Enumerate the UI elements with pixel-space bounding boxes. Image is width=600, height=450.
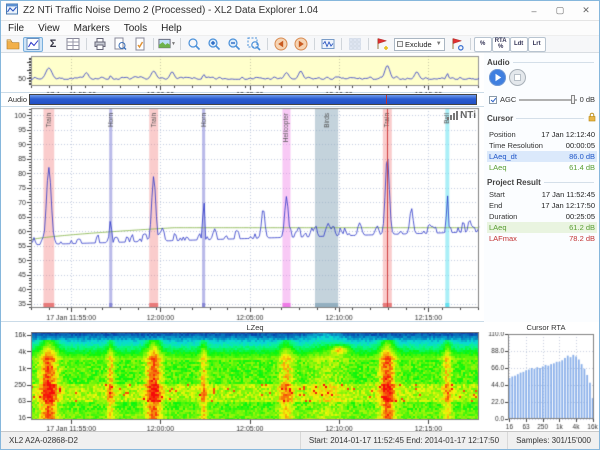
marker-add-button[interactable] [372,37,392,52]
project-row-lafmax: LAFmax78.2 dB [487,233,597,244]
audio-cursor[interactable] [386,95,387,104]
overview-waveform-panel [1,53,484,93]
audio-track-label: Audio [1,95,29,104]
menu-bar: FileViewMarkersToolsHelp [1,21,599,36]
project-row-end: End17 Jan 12:17:50 [487,200,597,211]
toolbar: Σ ▼ Exclude▼%RTA %LdtLrt [1,36,599,53]
grid-view-button[interactable] [345,37,365,52]
cursor-row-position: Position17 Jan 12:12:40 [487,129,597,140]
menu-item-markers[interactable]: Markers [67,23,117,34]
table-view-button[interactable] [63,37,83,52]
cursor-rta-panel: Cursor RTA [484,322,600,433]
stop-button[interactable] [509,69,526,91]
menu-item-file[interactable]: File [1,23,31,34]
skip-back-button[interactable] [271,37,291,52]
menu-item-view[interactable]: View [31,23,67,34]
skip-forward-button[interactable] [291,37,311,52]
gain-slider[interactable] [519,95,576,104]
audio-export-button[interactable] [318,37,338,52]
audio-track-panel: Audio [1,93,484,107]
gain-slider-handle[interactable] [571,95,575,104]
status-bar: XL2 A2A-02868-D2 Start: 2014-01-17 11:52… [1,431,599,449]
minimize-button[interactable]: – [521,1,547,20]
marker-clear-button[interactable] [447,37,467,52]
project-row-start: Start17 Jan 11:52:45 [487,189,597,200]
device-id: XL2 A2A-02868-D2 [1,432,300,449]
menu-item-help[interactable]: Help [154,23,189,34]
project-row-duration: Duration00:25:05 [487,211,597,222]
app-window: Z2 NTi Traffic Noise Demo 2 (Processed) … [0,0,600,450]
title-bar: Z2 NTi Traffic Noise Demo 2 (Processed) … [1,1,599,21]
image-export-button[interactable]: ▼ [157,37,177,52]
level-chart-panel: NTi [1,107,484,322]
nti-logo: NTi [447,111,476,120]
menu-item-tools[interactable]: Tools [117,23,154,34]
cursor-group-title: Cursor [487,114,513,123]
audio-track-bar[interactable] [29,94,477,105]
rta-percent-button[interactable]: RTA % [492,37,510,52]
project-result-title: Project Result [487,178,541,187]
project-result-group: Project Result Start17 Jan 11:52:45End17… [487,178,597,244]
lrt-view-button[interactable]: Lrt [528,37,546,52]
percent-view-button[interactable]: % [474,37,492,52]
window-title: Z2 NTi Traffic Noise Demo 2 (Processed) … [23,5,318,16]
maximize-button[interactable]: ▢ [547,1,573,20]
zoom-reset-button[interactable] [244,37,264,52]
app-icon [6,2,18,20]
chart-area: Audio NTi LZeq [1,53,484,433]
sum-view-button[interactable]: Σ [43,37,63,52]
graph-view-button[interactable] [23,37,43,52]
open-button[interactable] [3,37,23,52]
lock-icon[interactable] [587,109,597,127]
agc-label: AGC [500,95,516,104]
print-preview-button[interactable] [110,37,130,52]
audio-group: Audio AGC 0 dB [487,58,597,104]
zoom-out-button[interactable] [224,37,244,52]
sidebar: Audio AGC 0 dB Cursor Position17 Jan 12:… [484,53,600,433]
audio-group-title: Audio [487,58,510,67]
agc-checkbox[interactable] [489,96,497,104]
cursor-row-time-resolution: Time Resolution00:00:05 [487,140,597,151]
cursor-row-laeq-dt: LAeq_dt86.0 dB [487,151,597,162]
play-button[interactable] [489,69,506,91]
cursor-group: Cursor Position17 Jan 12:12:40Time Resol… [487,109,597,173]
spectrogram-panel: LZeq [1,322,484,433]
marker-type-dropdown[interactable]: Exclude▼ [394,38,445,51]
level-chart-canvas[interactable] [1,107,484,322]
overview-waveform-canvas[interactable] [1,53,484,93]
cursor-row-laeq: LAeq61.4 dB [487,162,597,173]
zoom-cursor-button[interactable] [184,37,204,52]
spectrogram-title: LZeq [31,323,479,332]
report-button[interactable] [130,37,150,52]
project-row-laeq: LAeq61.2 dB [487,222,597,233]
print-button[interactable] [90,37,110,52]
gain-value: 0 dB [580,95,595,104]
spectrogram-canvas[interactable] [1,332,484,433]
cursor-rta-canvas[interactable] [484,332,600,433]
recording-range: Start: 2014-01-17 11:52:45 End: 2014-01-… [300,432,507,449]
samples-count: Samples: 301/15'000 [507,432,599,449]
ldt-view-button[interactable]: Ldt [510,37,528,52]
zoom-in-button[interactable] [204,37,224,52]
cursor-rta-title: Cursor RTA [498,323,594,332]
close-button[interactable]: ✕ [573,1,599,20]
